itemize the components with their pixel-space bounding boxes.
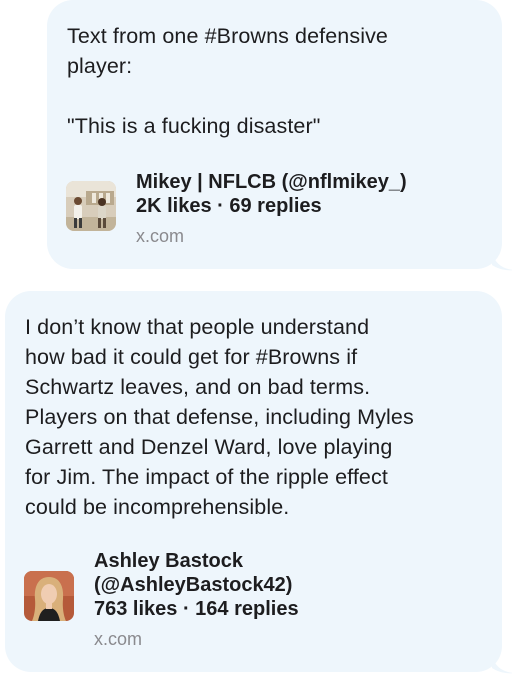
link-preview-domain: x.com <box>94 629 143 649</box>
link-preview-stats: 763 likes · 164 replies <box>94 598 299 620</box>
message-bubble[interactable]: Text from one #Browns defensive player: … <box>47 0 512 271</box>
photo-thumbnail-icon <box>66 181 116 231</box>
link-preview-title: Ashley Bastock (@AshleyBastock42) <box>94 550 293 596</box>
link-preview-meta: Ashley Bastock (@AshleyBastock42) 763 li… <box>94 549 299 651</box>
bubble-tail <box>492 654 512 674</box>
message-thread: Text from one #Browns defensive player: … <box>0 0 512 678</box>
link-preview-domain: x.com <box>136 226 185 246</box>
link-preview[interactable]: Mikey | NFLCB (@nflmikey_) 2K likes · 69… <box>66 170 407 248</box>
profile-photo-icon <box>24 571 74 621</box>
bubble-tail <box>492 251 512 271</box>
link-preview-meta: Mikey | NFLCB (@nflmikey_) 2K likes · 69… <box>136 170 407 248</box>
link-preview[interactable]: Ashley Bastock (@AshleyBastock42) 763 li… <box>24 549 299 651</box>
message-text: Text from one #Browns defensive player: … <box>67 24 388 138</box>
link-preview-title: Mikey | NFLCB (@nflmikey_) <box>136 171 407 193</box>
link-preview-stats: 2K likes · 69 replies <box>136 195 322 217</box>
message-text: I don’t know that people understand how … <box>25 315 414 519</box>
message-bubble[interactable]: I don’t know that people understand how … <box>5 291 512 674</box>
